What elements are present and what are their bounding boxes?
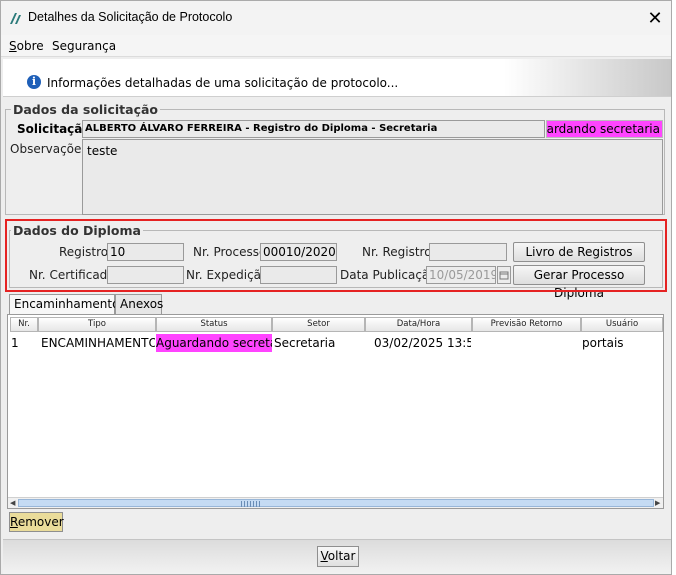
remove-button[interactable]: Remover (9, 512, 64, 532)
column-header-data-hora[interactable]: Data/Hora (365, 317, 472, 332)
column-header-setor[interactable]: Setor (272, 317, 365, 332)
scroll-right-icon[interactable]: ▶ (655, 499, 660, 507)
voltar-button[interactable]: Voltar (317, 546, 359, 567)
column-header-previsao[interactable]: Previsão Retorno (472, 317, 581, 332)
status-badge: Aguardando secretaria (546, 120, 663, 138)
tab-anexos[interactable]: Anexos (115, 294, 163, 314)
close-icon: ✕ (647, 7, 663, 29)
scrollbar-grip (241, 501, 261, 507)
menu-bar: Sobre Segurança (1, 35, 671, 57)
scroll-left-icon[interactable]: ◀ (10, 499, 15, 507)
cell-data-hora: 03/02/2025 13:55 (374, 336, 471, 350)
info-icon: i (27, 75, 41, 89)
column-header-nr[interactable]: Nr. (10, 317, 38, 332)
menu-seguranca[interactable]: Segurança (52, 39, 116, 53)
footer-bar: Voltar (3, 539, 671, 574)
cell-tipo: ENCAMINHAMENTO (41, 336, 155, 350)
highlight-frame (5, 219, 667, 292)
scrollbar-thumb[interactable] (18, 499, 654, 507)
cell-usuario: portais (582, 336, 624, 350)
column-header-status[interactable]: Status (156, 317, 272, 332)
encaminhamentos-table: Nr. Tipo Status Setor Data/Hora Previsão… (7, 314, 664, 509)
menu-sobre[interactable]: Sobre (9, 39, 44, 53)
column-header-usuario[interactable]: Usuário (581, 317, 663, 332)
observacoes-label: Observações: (10, 142, 92, 156)
cell-previsao (474, 334, 579, 352)
cell-setor: Secretaria (274, 336, 336, 350)
column-header-tipo[interactable]: Tipo (38, 317, 156, 332)
cell-status: Aguardando secreta... (156, 334, 272, 352)
cell-nr: 1 (11, 336, 19, 350)
info-banner: i Informações detalhadas de uma solicita… (3, 59, 671, 97)
solicitacao-legend: Dados da solicitação (11, 102, 161, 117)
close-button[interactable]: ✕ (641, 5, 669, 31)
solicitacao-field[interactable]: ALBERTO ÁLVARO FERREIRA - Registro do Di… (82, 120, 545, 138)
tab-encaminhamentos[interactable]: Encaminhamentos (9, 294, 126, 315)
info-text: Informações detalhadas de uma solicitaçã… (47, 76, 399, 90)
table-header: Nr. Tipo Status Setor Data/Hora Previsão… (8, 317, 663, 332)
horizontal-scrollbar[interactable]: ◀ ▶ (8, 497, 663, 508)
title-bar: Detalhes da Solicitação de Protocolo ✕ (1, 1, 671, 35)
table-row[interactable]: 1 ENCAMINHAMENTO Aguardando secreta... S… (8, 334, 663, 352)
app-logo-icon (10, 13, 21, 24)
observacoes-textarea[interactable]: teste (82, 139, 663, 215)
protocol-details-window: Detalhes da Solicitação de Protocolo ✕ S… (0, 0, 672, 575)
window-title: Detalhes da Solicitação de Protocolo (28, 10, 233, 24)
